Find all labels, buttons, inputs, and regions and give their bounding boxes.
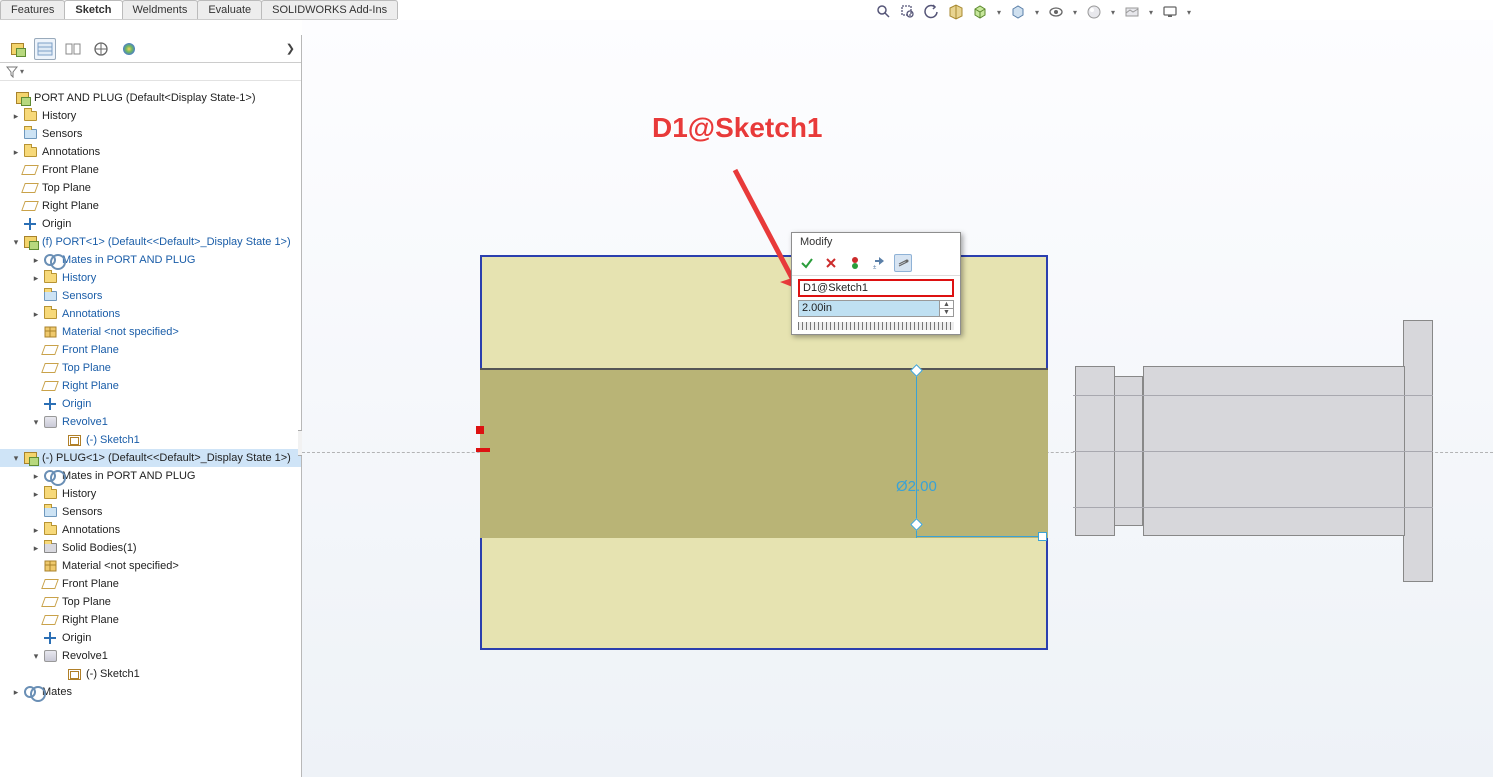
appearance-dropdown[interactable]: ▾	[1109, 3, 1117, 21]
tree-port-component[interactable]: ▾(f) PORT<1> (Default<<Default>_Display …	[0, 233, 301, 251]
tree-plug-right[interactable]: Right Plane	[0, 611, 301, 629]
tab-addins[interactable]: SOLIDWORKS Add-Ins	[261, 0, 398, 19]
tree-plug-origin[interactable]: Origin	[0, 629, 301, 647]
modify-thumbwheel[interactable]	[798, 322, 954, 330]
tree-port-sensors[interactable]: Sensors	[0, 287, 301, 305]
section-view-icon[interactable]	[947, 3, 965, 21]
tree-history[interactable]: ▸History	[0, 107, 301, 125]
panel-tab-row: ❯	[0, 35, 301, 63]
tree-front-plane[interactable]: Front Plane	[0, 161, 301, 179]
tree-port-material[interactable]: Material <not specified>	[0, 323, 301, 341]
edit-appearance-icon[interactable]	[1085, 3, 1103, 21]
modify-reverse-icon[interactable]: ±	[870, 254, 888, 272]
dimension-handle[interactable]	[1038, 532, 1047, 541]
tree-top-plane[interactable]: Top Plane	[0, 179, 301, 197]
endpoint-marker	[476, 448, 490, 452]
previous-view-icon[interactable]	[923, 3, 941, 21]
tree-plug-solidbodies[interactable]: ▸Solid Bodies(1)	[0, 539, 301, 557]
tree-port-revolve[interactable]: ▾Revolve1	[0, 413, 301, 431]
modify-spinner[interactable]: ▲▼	[939, 301, 953, 316]
apply-scene-icon[interactable]	[1123, 3, 1141, 21]
feature-manager-tab[interactable]	[6, 38, 28, 60]
annotation-callout: D1@Sketch1	[652, 112, 823, 144]
plug-edge	[1073, 451, 1433, 452]
feature-tree: PORT AND PLUG (Default<Display State-1>)…	[0, 85, 301, 777]
dimxpert-manager-tab[interactable]	[90, 38, 112, 60]
scene-dropdown[interactable]: ▾	[1147, 3, 1155, 21]
plug-edge	[1073, 507, 1433, 508]
display-style-dropdown[interactable]: ▾	[1033, 3, 1041, 21]
view-settings-icon[interactable]	[1161, 3, 1179, 21]
view-orient-dropdown[interactable]: ▾	[995, 3, 1003, 21]
endpoint-marker	[476, 426, 484, 434]
tree-port-origin[interactable]: Origin	[0, 395, 301, 413]
tab-sketch[interactable]: Sketch	[64, 0, 122, 19]
tree-port-history[interactable]: ▸History	[0, 269, 301, 287]
tree-plug-history[interactable]: ▸History	[0, 485, 301, 503]
configuration-manager-tab[interactable]	[62, 38, 84, 60]
hide-show-dropdown[interactable]: ▾	[1071, 3, 1079, 21]
modify-toolbar: ±	[792, 251, 960, 276]
tree-annotations[interactable]: ▸Annotations	[0, 143, 301, 161]
heads-up-toolbar: ▾ ▾ ▾ ▾ ▾ ▾	[875, 3, 1193, 21]
display-manager-tab[interactable]	[118, 38, 140, 60]
dimension-extension	[916, 536, 1044, 537]
tree-filter[interactable]: ▾	[0, 63, 301, 81]
view-orientation-icon[interactable]	[971, 3, 989, 21]
zoom-area-icon[interactable]	[899, 3, 917, 21]
property-manager-tab[interactable]	[34, 38, 56, 60]
tree-plug-revolve[interactable]: ▾Revolve1	[0, 647, 301, 665]
feature-manager-panel: ❯ ▾ PORT AND PLUG (Default<Display State…	[0, 35, 302, 777]
graphics-area[interactable]: Ø2.00 D1@Sketch1 Modify ± D1@Sketch1 2.0…	[302, 20, 1493, 777]
tree-plug-front[interactable]: Front Plane	[0, 575, 301, 593]
modify-dimension-dialog[interactable]: Modify ± D1@Sketch1 2.00in ▲▼	[791, 232, 961, 335]
modify-spin-icon[interactable]	[894, 254, 912, 272]
tree-plug-component[interactable]: ▾(-) PLUG<1> (Default<<Default>_Display …	[0, 449, 301, 467]
tree-root[interactable]: PORT AND PLUG (Default<Display State-1>)	[0, 89, 301, 107]
tree-origin[interactable]: Origin	[0, 215, 301, 233]
modify-value-row: 2.00in ▲▼	[798, 300, 954, 317]
tree-port-mates[interactable]: ▸Mates in PORT AND PLUG	[0, 251, 301, 269]
port-body-inner[interactable]	[480, 368, 1048, 538]
tree-port-annotations[interactable]: ▸Annotations	[0, 305, 301, 323]
tree-sensors[interactable]: Sensors	[0, 125, 301, 143]
zoom-fit-icon[interactable]	[875, 3, 893, 21]
tree-plug-top[interactable]: Top Plane	[0, 593, 301, 611]
plug-edge	[1073, 395, 1433, 396]
tree-plug-sensors[interactable]: Sensors	[0, 503, 301, 521]
panel-expand-icon[interactable]: ❯	[286, 42, 295, 55]
tree-port-top[interactable]: Top Plane	[0, 359, 301, 377]
svg-text:±: ±	[873, 265, 877, 270]
tree-plug-material[interactable]: Material <not specified>	[0, 557, 301, 575]
modify-ok-icon[interactable]	[798, 254, 816, 272]
tree-plug-mates[interactable]: ▸Mates in PORT AND PLUG	[0, 467, 301, 485]
tree-mates[interactable]: ▸Mates	[0, 683, 301, 701]
modify-value-input[interactable]: 2.00in	[799, 301, 939, 316]
tree-port-sketch1[interactable]: (-) Sketch1	[0, 431, 301, 449]
modify-rebuild-icon[interactable]	[846, 254, 864, 272]
tab-evaluate[interactable]: Evaluate	[197, 0, 262, 19]
modify-dimension-name[interactable]: D1@Sketch1	[798, 279, 954, 297]
tab-weldments[interactable]: Weldments	[122, 0, 199, 19]
tree-port-right[interactable]: Right Plane	[0, 377, 301, 395]
command-manager-tabs: Features Sketch Weldments Evaluate SOLID…	[0, 0, 397, 20]
tree-port-front[interactable]: Front Plane	[0, 341, 301, 359]
tree-plug-sketch1[interactable]: (-) Sketch1	[0, 665, 301, 683]
dimension-value[interactable]: Ø2.00	[896, 478, 937, 495]
display-style-icon[interactable]	[1009, 3, 1027, 21]
modify-title: Modify	[792, 233, 960, 251]
hide-show-icon[interactable]	[1047, 3, 1065, 21]
tab-features[interactable]: Features	[0, 0, 65, 19]
modify-cancel-icon[interactable]	[822, 254, 840, 272]
dimension-witness-line	[916, 368, 917, 538]
tree-right-plane[interactable]: Right Plane	[0, 197, 301, 215]
view-settings-dropdown[interactable]: ▾	[1185, 3, 1193, 21]
tree-plug-annotations[interactable]: ▸Annotations	[0, 521, 301, 539]
